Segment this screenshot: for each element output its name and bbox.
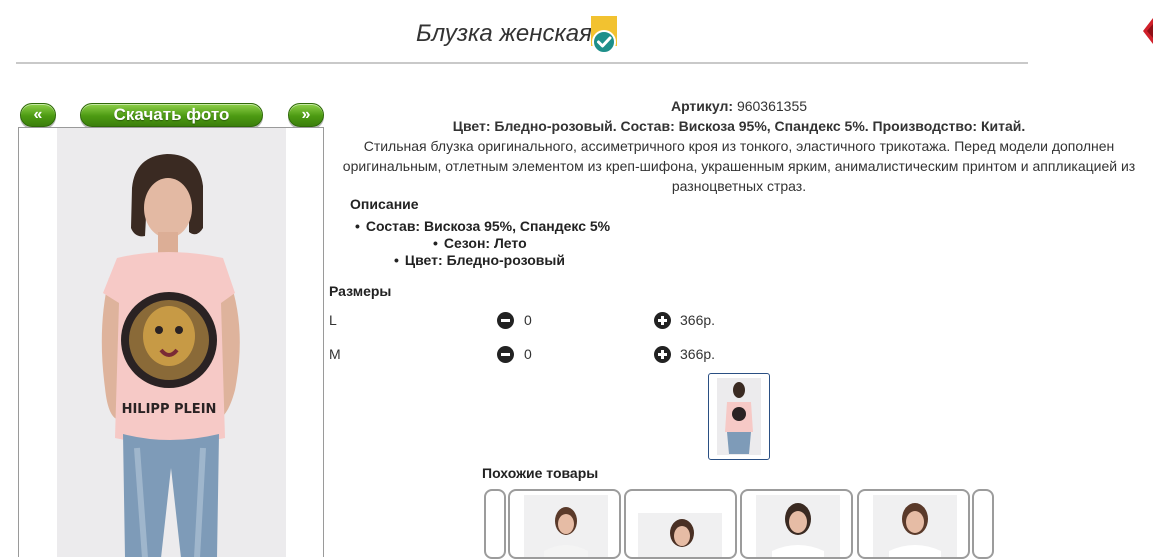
- size-quantity: 0: [524, 312, 532, 328]
- size-price: 366р.: [680, 312, 716, 328]
- product-description-line-1: Стильная блузка оригинального, ассиметри…: [363, 138, 1115, 154]
- similar-product-card[interactable]: [624, 489, 737, 559]
- similar-product-card[interactable]: [857, 489, 970, 559]
- spec-item: Цвет: Бледно-розовый: [394, 252, 565, 268]
- plus-circle-icon[interactable]: [654, 312, 671, 329]
- size-name: M: [329, 346, 341, 362]
- shirt-print-text: HILIPP PLEIN: [122, 402, 217, 417]
- minus-circle-icon[interactable]: [497, 312, 514, 329]
- size-name: L: [329, 312, 337, 328]
- product-info: Артикул: 960361355 Цвет: Бледно-розовый.…: [329, 96, 1149, 196]
- page-title: Блузка женская: [416, 20, 592, 47]
- photo-thumbnail[interactable]: [708, 373, 770, 460]
- article-line: Артикул: 960361355: [329, 96, 1149, 116]
- product-photo: HILIPP PLEIN: [57, 128, 286, 557]
- close-icon[interactable]: [1139, 16, 1153, 46]
- sizes-heading: Размеры: [329, 283, 392, 299]
- similar-product-card[interactable]: [740, 489, 853, 559]
- similar-scroll-right[interactable]: [972, 489, 994, 559]
- product-description-line-3: разноцветных страз.: [671, 178, 807, 194]
- photo-frame: HILIPP PLEIN: [18, 127, 324, 557]
- download-photo-button[interactable]: Скачать фото: [80, 103, 263, 127]
- similar-product-image: [873, 495, 957, 557]
- plus-circle-icon[interactable]: [654, 346, 671, 363]
- similar-product-image: [638, 513, 722, 557]
- similar-scroll-left[interactable]: [484, 489, 506, 559]
- spec-item: Состав: Вискоза 95%, Спандекс 5%: [355, 218, 610, 234]
- verified-check-icon: [591, 16, 617, 54]
- article-label: Артикул:: [670, 98, 734, 114]
- product-summary: Цвет: Бледно-розовый. Состав: Вискоза 95…: [452, 118, 1026, 134]
- similar-product-image: [756, 495, 840, 557]
- prev-photo-button[interactable]: «: [20, 103, 56, 127]
- similar-product-card[interactable]: [508, 489, 621, 559]
- product-description-line-2: оригинальным, отлетным элементом из креп…: [342, 158, 1136, 174]
- specs-heading: Описание: [350, 196, 419, 212]
- minus-circle-icon[interactable]: [497, 346, 514, 363]
- article-value: 960361355: [736, 98, 808, 114]
- page-header: Блузка женская: [16, 8, 1028, 64]
- spec-item: Сезон: Лето: [433, 235, 527, 251]
- size-row: M 0 366р.: [329, 346, 889, 366]
- size-price: 366р.: [680, 346, 716, 362]
- similar-product-image: [524, 495, 608, 557]
- model-illustration: HILIPP PLEIN: [57, 128, 286, 557]
- size-row: L 0 366р.: [329, 312, 889, 332]
- next-photo-button[interactable]: »: [288, 103, 324, 127]
- similar-products-heading: Похожие товары: [482, 465, 599, 481]
- thumbnail-illustration: [717, 378, 761, 455]
- size-quantity: 0: [524, 346, 532, 362]
